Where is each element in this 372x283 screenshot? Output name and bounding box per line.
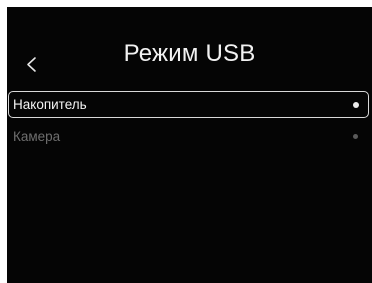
option-storage-label: Накопитель: [13, 97, 87, 112]
header: Режим USB: [7, 7, 372, 89]
unselected-indicator-icon: [353, 134, 358, 139]
page-title: Режим USB: [123, 40, 256, 67]
option-camera[interactable]: Камера: [7, 121, 372, 153]
usb-mode-options: Накопитель Камера: [7, 89, 372, 153]
option-camera-label: Камера: [13, 129, 61, 144]
option-storage[interactable]: Накопитель: [7, 89, 372, 121]
usb-mode-screen: Режим USB Накопитель Камера: [7, 7, 372, 283]
selected-indicator-icon: [353, 102, 359, 108]
